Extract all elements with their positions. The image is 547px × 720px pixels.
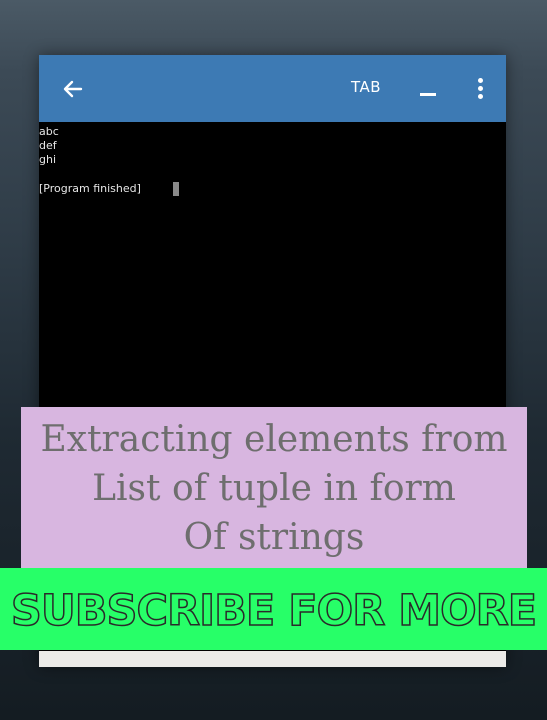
output-line: abc: [39, 125, 59, 138]
bottom-navigation-strip: [39, 651, 506, 667]
overlay-title-line: List of tuple in form: [92, 468, 456, 509]
arrow-left-icon: [63, 80, 83, 98]
title-overlay: Extracting elements from List of tuple i…: [21, 407, 527, 568]
more-vertical-icon[interactable]: [476, 78, 484, 100]
program-finished-line: [Program finished]: [39, 182, 141, 195]
app-bar: TAB: [39, 55, 506, 122]
output-line: ghi: [39, 153, 57, 166]
overlay-title-line: Of strings: [183, 517, 365, 558]
subscribe-banner: SUBSCRIBE FOR MORE: [0, 568, 547, 650]
back-button[interactable]: [61, 77, 85, 101]
minimize-icon[interactable]: [420, 93, 436, 96]
overlay-title-line: Extracting elements from: [40, 419, 508, 460]
output-line: def: [39, 139, 57, 152]
subscribe-text: SUBSCRIBE FOR MORE: [10, 585, 538, 637]
tab-button[interactable]: TAB: [351, 78, 381, 96]
text-cursor: [173, 182, 179, 196]
